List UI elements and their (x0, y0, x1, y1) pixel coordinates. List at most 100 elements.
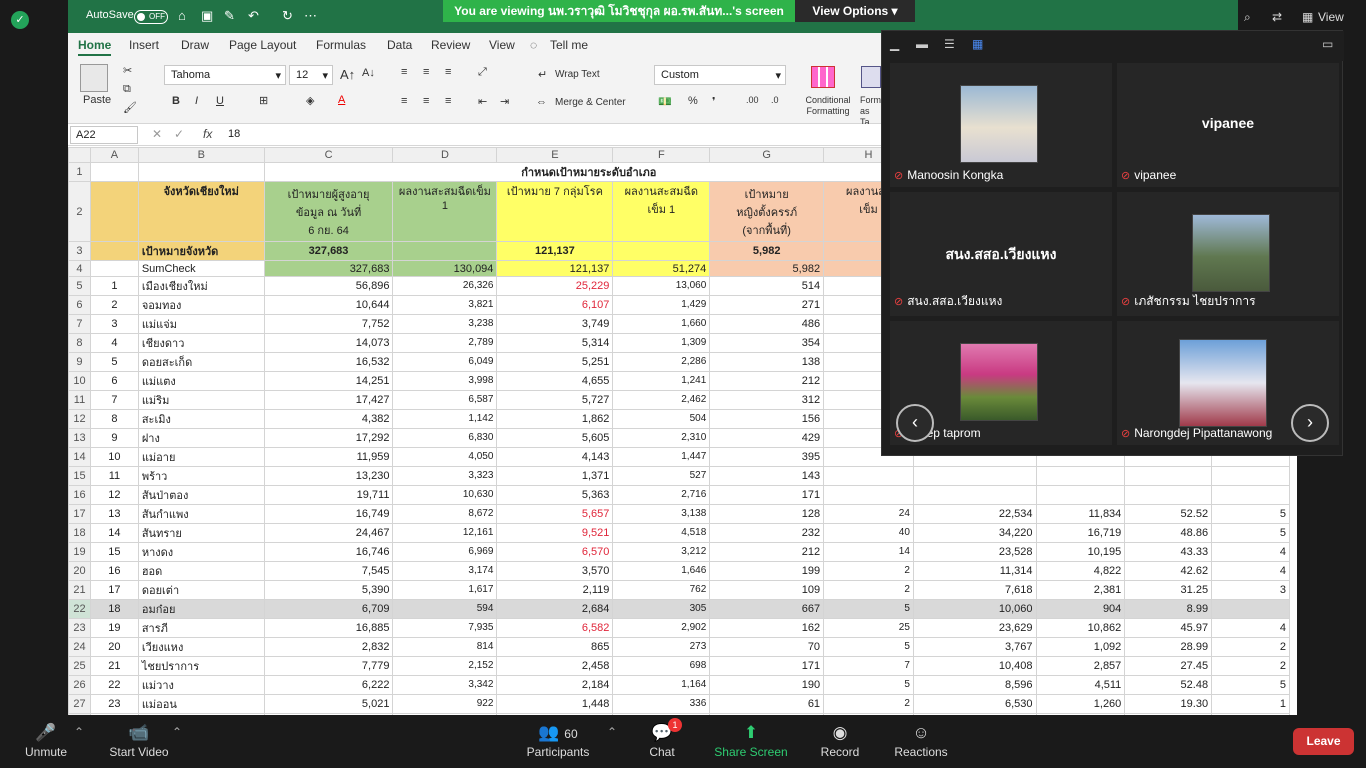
row-header[interactable]: 1 (68, 162, 91, 183)
column-header[interactable]: F (612, 147, 711, 164)
table-cell[interactable]: เป้าหมายจังหวัด (137, 241, 265, 262)
row-header[interactable]: 2 (68, 181, 91, 243)
participants-button[interactable]: 👥 60 Participants (525, 721, 591, 759)
table-cell[interactable]: 13 (89, 503, 139, 524)
table-cell[interactable]: ไชยปราการ (137, 655, 265, 676)
table-cell[interactable]: 2,789 (392, 332, 498, 353)
table-cell[interactable]: สะเมิง (137, 408, 265, 429)
table-cell[interactable]: 2,832 (263, 636, 394, 657)
table-cell[interactable]: 56,896 (263, 275, 394, 296)
table-cell[interactable]: 1,862 (496, 408, 614, 429)
table-cell[interactable]: 2,716 (612, 484, 711, 505)
table-cell[interactable]: 4,382 (263, 408, 394, 429)
table-cell[interactable]: 9,521 (496, 522, 614, 543)
table-cell[interactable]: 3 (1211, 579, 1290, 600)
column-header[interactable]: B (137, 147, 265, 164)
expand-icon[interactable]: ▭ (1322, 37, 1333, 51)
table-cell[interactable]: 15 (89, 541, 139, 562)
table-cell[interactable]: 698 (612, 655, 711, 676)
table-cell[interactable]: 23 (89, 693, 139, 714)
format-as-table-icon[interactable] (861, 66, 881, 88)
participant-tile[interactable]: ⊘ เภสัชกรรม ไชยปราการ (1117, 192, 1339, 316)
row-header[interactable]: 27 (68, 693, 91, 714)
font-size-select[interactable]: 12 ▾ (289, 65, 333, 85)
tab-data[interactable]: Data (387, 38, 412, 52)
table-cell[interactable]: 5,251 (496, 351, 614, 372)
function-icon[interactable]: fx (203, 127, 212, 141)
table-cell[interactable]: 2,310 (612, 427, 711, 448)
table-cell[interactable]: 4 (1211, 617, 1290, 638)
row-header[interactable]: 9 (68, 351, 91, 372)
row-header[interactable]: 5 (68, 275, 91, 296)
percent-icon[interactable]: % (688, 95, 698, 107)
table-cell[interactable]: 6,530 (912, 693, 1037, 714)
table-cell[interactable]: 7 (89, 389, 139, 410)
table-cell[interactable]: ผลงานสะสมฉีดเข็ม 1 (392, 181, 498, 243)
formula-input[interactable]: 18 (228, 128, 240, 140)
table-cell[interactable]: 4 (1211, 541, 1290, 562)
row-header[interactable]: 4 (68, 260, 91, 277)
table-cell[interactable]: 429 (709, 427, 825, 448)
cut-icon[interactable]: ✂ (123, 64, 132, 77)
table-cell[interactable]: 190 (709, 674, 825, 695)
table-cell[interactable]: 667 (709, 598, 825, 619)
table-cell[interactable]: 4,518 (612, 522, 711, 543)
table-cell[interactable]: 6,222 (263, 674, 394, 695)
tab-tell-me[interactable]: Tell me (550, 38, 588, 52)
table-cell[interactable]: 527 (612, 465, 711, 486)
table-cell[interactable] (1211, 598, 1290, 619)
table-cell[interactable]: 2 (823, 579, 914, 600)
table-cell[interactable]: สันทราย (137, 522, 265, 543)
paste-icon[interactable] (80, 64, 108, 92)
participant-tile[interactable]: สนง.สสอ.เวียงแหง ⊘ สนง.สสอ.เวียงแหง (890, 192, 1112, 316)
table-cell[interactable]: 171 (709, 484, 825, 505)
table-cell[interactable]: 3,998 (392, 370, 498, 391)
row-header[interactable]: 25 (68, 655, 91, 676)
table-cell[interactable]: 1,164 (612, 674, 711, 695)
table-cell[interactable]: แม่วาง (137, 674, 265, 695)
table-cell[interactable]: 1,646 (612, 560, 711, 581)
home-icon[interactable]: ⌂ (178, 8, 186, 23)
table-cell[interactable]: 3 (89, 313, 139, 334)
security-shield-icon[interactable]: ✓ (11, 11, 29, 29)
enter-icon[interactable]: ✓ (174, 127, 184, 141)
row-header[interactable]: 22 (68, 598, 91, 619)
share-screen-button[interactable]: ⬆ Share Screen (712, 721, 790, 759)
table-cell[interactable] (912, 465, 1037, 486)
table-cell[interactable]: ฮอด (137, 560, 265, 581)
row-header[interactable]: 17 (68, 503, 91, 524)
start-video-button[interactable]: 📹 Start Video (106, 721, 172, 759)
table-cell[interactable]: 5,363 (496, 484, 614, 505)
column-header[interactable]: D (392, 147, 498, 164)
autosave-toggle[interactable]: OFF (134, 10, 168, 24)
table-cell[interactable] (1124, 465, 1213, 486)
table-cell[interactable]: 5 (823, 674, 914, 695)
table-cell[interactable]: 514 (709, 275, 825, 296)
table-cell[interactable]: 121,137 (496, 260, 614, 277)
table-cell[interactable]: 7,779 (263, 655, 394, 676)
table-cell[interactable]: 45.97 (1124, 617, 1213, 638)
table-cell[interactable]: 3,138 (612, 503, 711, 524)
more-icon[interactable]: ⋯ (304, 8, 317, 24)
table-cell[interactable]: 16,746 (263, 541, 394, 562)
table-cell[interactable]: 2,381 (1035, 579, 1126, 600)
table-cell[interactable]: 51,274 (612, 260, 711, 277)
table-cell[interactable]: เมืองเชียงใหม่ (137, 275, 265, 296)
table-cell[interactable]: 24,467 (263, 522, 394, 543)
increase-font-icon[interactable]: A↑ (340, 67, 355, 82)
column-header[interactable]: G (709, 147, 825, 164)
table-cell[interactable]: 395 (709, 446, 825, 467)
undo-icon[interactable]: ↶ (248, 8, 259, 24)
table-cell[interactable]: 1,260 (1035, 693, 1126, 714)
table-cell[interactable]: 17 (89, 579, 139, 600)
table-cell[interactable]: 143 (709, 465, 825, 486)
table-cell[interactable]: 6,830 (392, 427, 498, 448)
table-cell[interactable]: 2,462 (612, 389, 711, 410)
table-cell[interactable]: 10,630 (392, 484, 498, 505)
table-cell[interactable]: กำหนดเป้าหมายระดับอำเภอ (263, 162, 914, 183)
table-cell[interactable]: 43.33 (1124, 541, 1213, 562)
row-header[interactable]: 23 (68, 617, 91, 638)
align-left-icon[interactable]: ≡ (401, 95, 407, 107)
table-cell[interactable]: 10,644 (263, 294, 394, 315)
table-cell[interactable]: 5,727 (496, 389, 614, 410)
